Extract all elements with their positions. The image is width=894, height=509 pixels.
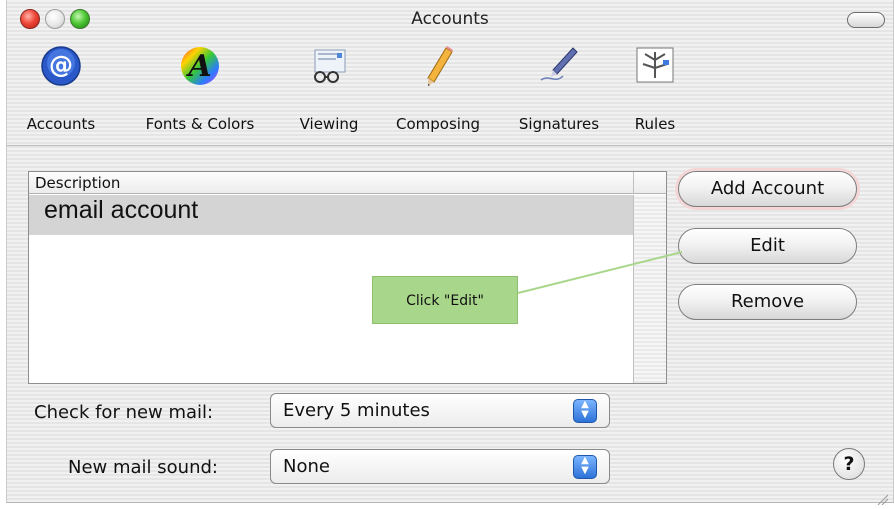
check-mail-select[interactable]: Every 5 minutes ▲ ▼ [270,393,610,428]
edit-account-button[interactable]: Edit [678,228,857,264]
popup-arrows-icon: ▲ ▼ [573,399,597,423]
check-mail-value: Every 5 minutes [283,400,430,421]
mail-sound-value: None [283,456,330,477]
popup-arrows-icon: ▲ ▼ [573,455,597,479]
column-header-corner [633,172,666,194]
mail-sound-select[interactable]: None ▲ ▼ [270,449,610,484]
vertical-scrollbar[interactable] [633,195,666,383]
toolbar-toggle-button[interactable] [847,12,885,28]
toolbar-item-viewing[interactable]: Viewing [287,44,371,133]
rules-icon [636,47,674,83]
toolbar-item-composing[interactable]: Composing [383,44,493,133]
svg-text:A: A [185,49,211,84]
svg-text:@: @ [49,51,73,79]
toolbar-divider [7,145,893,146]
toolbar-label: Viewing [299,115,359,133]
accounts-table[interactable]: Description email account [28,171,667,384]
add-account-button[interactable]: Add Account [678,171,857,207]
toolbar-item-rules[interactable]: Rules [627,44,683,133]
table-row[interactable]: email account [29,195,633,235]
mail-sound-label: New mail sound: [68,457,218,478]
toolbar: @ Accounts A Fonts & Colors Viewing Comp… [7,38,893,146]
instruction-callout: Click "Edit" [372,276,518,324]
remove-account-button[interactable]: Remove [678,284,857,320]
toolbar-item-accounts[interactable]: @ Accounts [13,44,109,133]
at-sign-icon: @ [41,46,81,86]
toolbar-item-signatures[interactable]: Signatures [507,44,611,133]
column-header-description[interactable]: Description [29,172,633,194]
toolbar-label: Signatures [518,115,600,133]
check-mail-label: Check for new mail: [34,402,214,423]
toolbar-label: Fonts & Colors [145,115,255,133]
resize-grip-icon[interactable] [876,493,888,505]
toolbar-label: Rules [634,115,676,133]
font-color-icon: A [181,47,219,85]
title-bar[interactable]: Accounts [7,0,893,36]
toolbar-label: Accounts [26,115,96,133]
pencil-icon [427,46,453,86]
toolbar-item-fonts-colors[interactable]: A Fonts & Colors [125,44,275,133]
toolbar-label: Composing [396,115,480,133]
pen-icon [540,47,578,81]
window-title: Accounts [411,9,489,29]
help-button[interactable]: ? [833,448,865,480]
glasses-icon [314,49,346,83]
